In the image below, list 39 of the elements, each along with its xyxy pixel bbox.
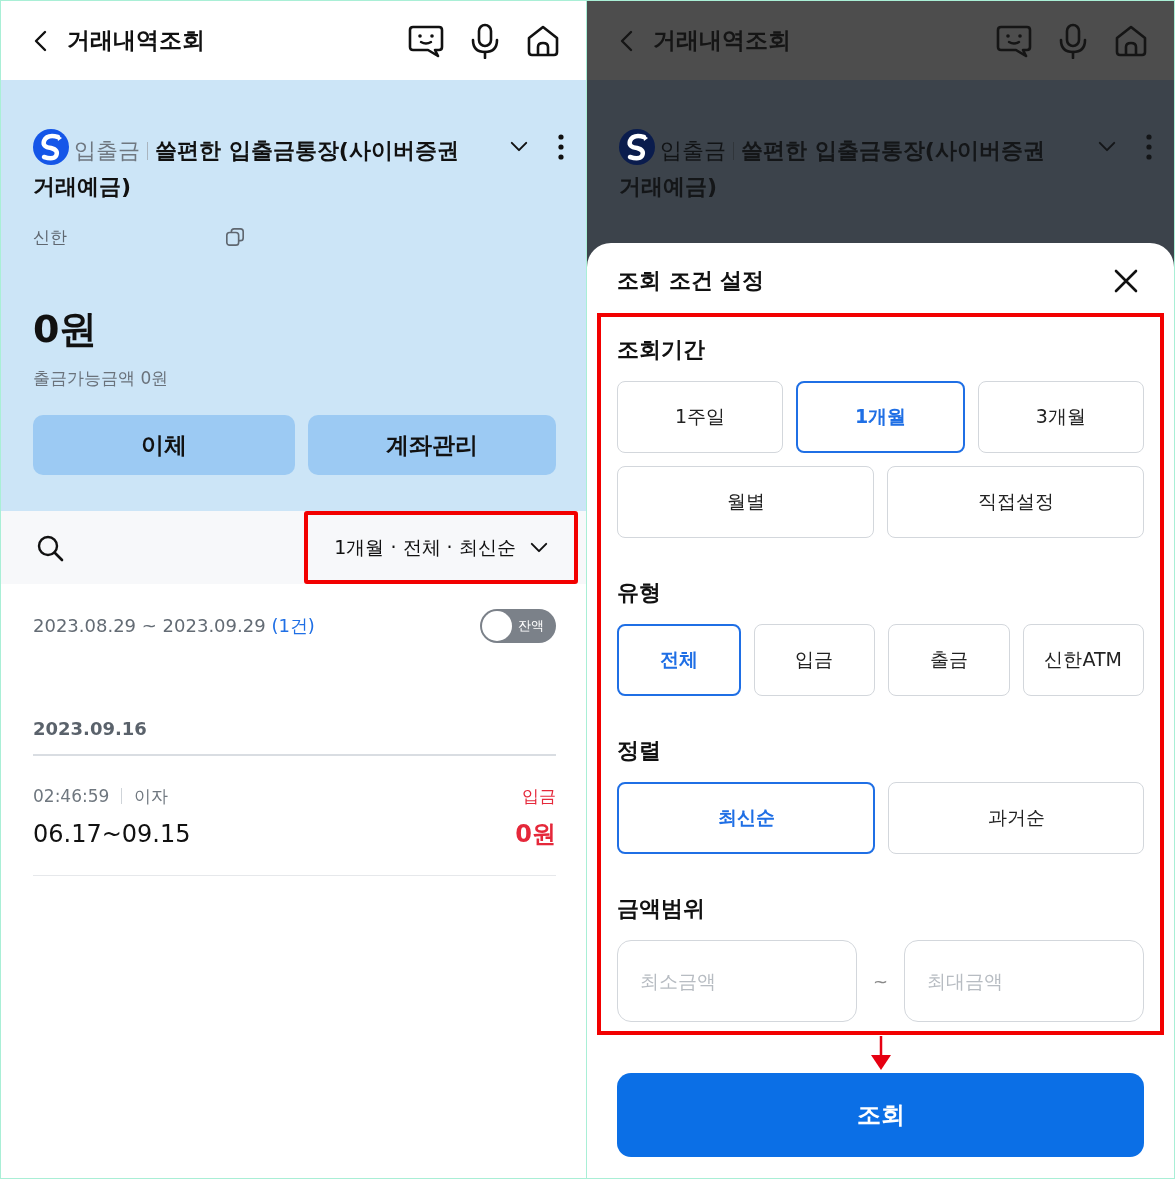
option-button[interactable]: 신한ATM: [1022, 624, 1144, 696]
transaction-type: 입금: [522, 785, 556, 808]
option-button[interactable]: 과거순: [888, 782, 1144, 854]
date-heading: 2023.09.16: [33, 714, 556, 756]
bank-name: 신한: [33, 225, 68, 249]
option-button[interactable]: 3개월: [977, 381, 1144, 453]
account-name[interactable]: 거래예금): [33, 174, 132, 199]
search-submit-button[interactable]: 조회: [617, 1073, 1144, 1157]
range-separator: ~: [872, 970, 889, 992]
option-button[interactable]: 1주일: [617, 381, 784, 453]
available-amount: 출금가능금액 0원: [33, 367, 170, 390]
option-button[interactable]: 직접설정: [887, 466, 1144, 538]
filter-button[interactable]: 1개월 · 전체 · 최신순: [304, 511, 578, 584]
option-button[interactable]: 월별: [617, 466, 874, 538]
section-title: 정렬: [617, 737, 662, 765]
option-button[interactable]: 출금: [888, 624, 1010, 696]
balance-amount: 0원: [33, 306, 99, 353]
sheet-title: 조회 조건 설정: [617, 267, 765, 295]
account-name[interactable]: 쓸편한 입출금통장(사이버증권: [155, 138, 459, 163]
action-button[interactable]: 계좌관리: [308, 415, 556, 475]
option-button[interactable]: 최신순: [617, 782, 875, 854]
transaction-category: 이자: [134, 785, 169, 808]
transaction-amount: 0원: [515, 819, 556, 850]
transaction-time: 02:46:59: [33, 785, 110, 808]
account-type: 입출금: [74, 138, 140, 163]
amount-field[interactable]: 최소금액: [617, 940, 857, 1022]
option-button[interactable]: 전체: [617, 624, 741, 696]
section-title: 금액범위: [617, 895, 706, 923]
page-title: 거래내역조회: [653, 26, 791, 55]
amount-field[interactable]: 최대금액: [904, 940, 1144, 1022]
page-title: 거래내역조회: [67, 26, 205, 55]
option-button[interactable]: 1개월: [796, 381, 965, 453]
transaction-memo: 06.17~09.15: [33, 819, 191, 850]
action-button[interactable]: 이체: [33, 415, 295, 475]
date-range: 2023.08.29 ~ 2023.09.29 (1건): [33, 614, 315, 638]
section-title: 조회기간: [617, 336, 706, 364]
section-title: 유형: [617, 579, 662, 607]
balance-toggle[interactable]: 잔액: [480, 609, 556, 643]
option-button[interactable]: 입금: [753, 624, 875, 696]
